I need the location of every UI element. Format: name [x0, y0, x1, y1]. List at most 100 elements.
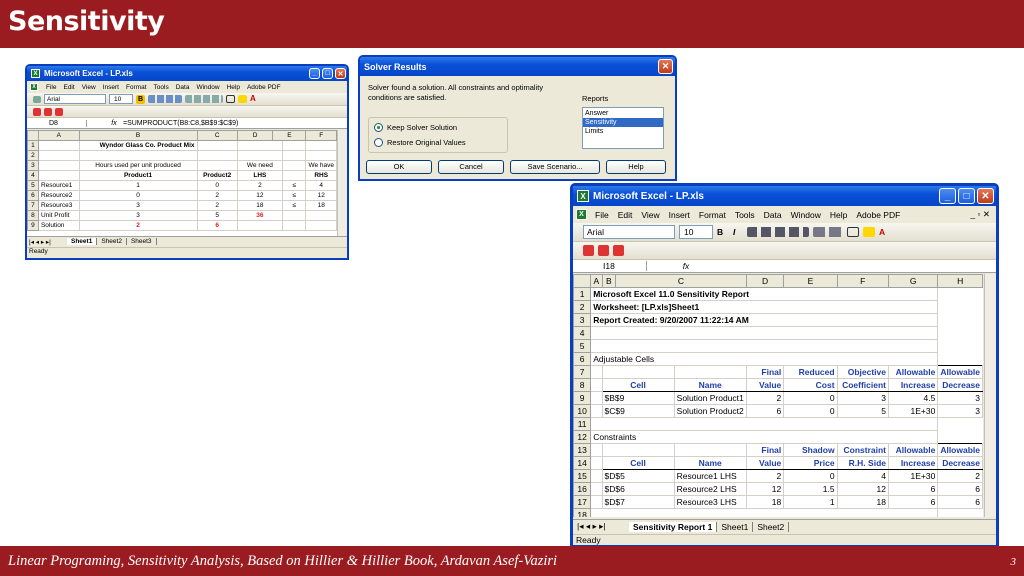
column-header[interactable]: B	[78, 130, 198, 141]
cell[interactable]: 18	[305, 200, 337, 211]
row-header[interactable]: 8	[573, 378, 592, 392]
excel1-grid[interactable]: A B C D E F 1 Wyndor Glass Co. Product Mix 2 3 Hou…	[27, 130, 337, 236]
cell[interactable]: 0	[78, 190, 198, 201]
font-name-box[interactable]: Arial	[44, 94, 106, 104]
column-header[interactable]: D	[236, 130, 274, 141]
column-header[interactable]: F	[305, 130, 337, 141]
cell[interactable]: We have	[305, 160, 337, 171]
cell[interactable]	[305, 150, 337, 161]
cell[interactable]: 2	[196, 200, 238, 211]
maximize-button[interactable]: □	[322, 68, 333, 79]
cell[interactable]: 5	[196, 210, 238, 221]
cell[interactable]: Constraints	[590, 430, 939, 444]
cell[interactable]	[590, 495, 603, 509]
row-header[interactable]: 16	[573, 482, 592, 496]
report-value-cell[interactable]: $D$7	[601, 495, 675, 509]
report-header-cell[interactable]	[673, 443, 747, 457]
column-header[interactable]: G	[887, 274, 939, 288]
cell[interactable]	[590, 443, 603, 457]
cell[interactable]	[590, 469, 603, 483]
menu-item[interactable]: Adobe PDF	[247, 84, 281, 91]
row-header[interactable]: 11	[573, 417, 592, 431]
cell[interactable]	[196, 140, 238, 151]
cell[interactable]	[281, 220, 307, 231]
cell[interactable]: 36	[236, 210, 283, 221]
cell[interactable]	[196, 160, 238, 171]
excel2-titlebar[interactable]: X Microsoft Excel - LP.xls _ □ ✕	[573, 186, 996, 206]
report-option[interactable]: Answer	[583, 109, 663, 118]
menu-item[interactable]: Edit	[618, 210, 633, 220]
cell[interactable]: 4	[305, 180, 337, 191]
report-value-cell[interactable]: 5	[836, 404, 889, 418]
cell[interactable]: 12	[236, 190, 283, 201]
cell[interactable]: 3	[78, 200, 198, 211]
report-value-cell[interactable]: 18	[745, 495, 785, 509]
row-header[interactable]: 13	[573, 443, 592, 457]
window-controls[interactable]: _ ▫ ✕	[970, 209, 990, 220]
report-value-cell[interactable]: 1E+30	[887, 404, 939, 418]
report-header-cell[interactable]: Allowable	[887, 443, 939, 457]
report-header-cell[interactable]: Shadow	[783, 443, 838, 457]
report-value-cell[interactable]: 6	[887, 482, 939, 496]
menu-item[interactable]: View	[641, 210, 659, 220]
sheet-tab[interactable]: Sheet2	[97, 238, 127, 245]
keep-solution-radio[interactable]: Keep Solver Solution	[374, 123, 457, 132]
help-button[interactable]: Help	[606, 160, 666, 174]
pdf-icon[interactable]	[33, 107, 41, 116]
report-header-cell[interactable]: Cost	[783, 378, 838, 392]
cell[interactable]	[590, 508, 939, 517]
report-header-cell[interactable]: Final	[745, 365, 785, 379]
pdf-icon[interactable]	[44, 107, 52, 116]
row-header[interactable]: 1	[573, 287, 592, 301]
cell[interactable]: Hours used per unit produced	[78, 160, 198, 171]
report-value-cell[interactable]: Solution Product1	[673, 391, 747, 405]
cell[interactable]	[281, 160, 307, 171]
pdf-icon[interactable]	[598, 245, 609, 256]
tab-nav-arrows[interactable]: |◂ ◂ ▸ ▸|	[27, 238, 67, 246]
report-header-cell[interactable]: Increase	[887, 456, 939, 470]
cell[interactable]	[305, 220, 337, 231]
bold-icon[interactable]: B	[717, 227, 729, 237]
cell[interactable]: 2	[78, 220, 198, 231]
report-header-cell[interactable]: Objective	[836, 365, 889, 379]
close-button[interactable]: ✕	[977, 188, 994, 204]
row-header[interactable]: 9	[573, 391, 592, 405]
row-header[interactable]: 15	[573, 469, 592, 483]
row-header[interactable]: 8	[27, 210, 39, 221]
cell[interactable]	[236, 140, 283, 151]
report-value-cell[interactable]: Solution Product2	[673, 404, 747, 418]
report-value-cell[interactable]: 6	[745, 404, 785, 418]
report-header-cell[interactable]: Cell	[601, 378, 675, 392]
report-header-cell[interactable]: Allowable	[937, 365, 983, 379]
row-header[interactable]: 3	[27, 160, 39, 171]
cell[interactable]: 3	[78, 210, 198, 221]
row-header[interactable]: 7	[27, 200, 39, 211]
cell[interactable]	[236, 220, 283, 231]
sheet-tab[interactable]: Sheet1	[717, 521, 754, 532]
cell[interactable]: LHS	[236, 170, 283, 181]
fill-color-icon[interactable]	[238, 95, 247, 103]
sheet-tab[interactable]: Sensitivity Report 1	[629, 521, 718, 532]
cell[interactable]	[590, 365, 603, 379]
column-header[interactable]: E	[272, 130, 307, 141]
report-header-cell[interactable]: Constraint	[836, 443, 889, 457]
report-value-cell[interactable]: 3	[937, 391, 983, 405]
cell[interactable]: 6	[196, 220, 238, 231]
report-value-cell[interactable]: 4.5	[887, 391, 939, 405]
column-header[interactable]: C	[196, 130, 238, 141]
cell[interactable]	[196, 150, 238, 161]
report-header-cell[interactable]: Coefficient	[836, 378, 889, 392]
cell[interactable]: 2	[236, 180, 283, 191]
sheet-tab[interactable]: Sheet2	[753, 521, 790, 532]
menu-item[interactable]: Insert	[103, 84, 119, 91]
report-header-cell[interactable]: Name	[673, 456, 747, 470]
vertical-scrollbar[interactable]	[984, 274, 996, 517]
column-header[interactable]: C	[615, 274, 747, 288]
cell[interactable]: Product1	[78, 170, 198, 181]
report-value-cell[interactable]: $C$9	[601, 404, 675, 418]
number-format-icons[interactable]	[185, 95, 223, 103]
row-header[interactable]: 5	[27, 180, 39, 191]
report-value-cell[interactable]: 3	[836, 391, 889, 405]
report-value-cell[interactable]: 1	[783, 495, 838, 509]
menu-item[interactable]: Format	[126, 84, 147, 91]
